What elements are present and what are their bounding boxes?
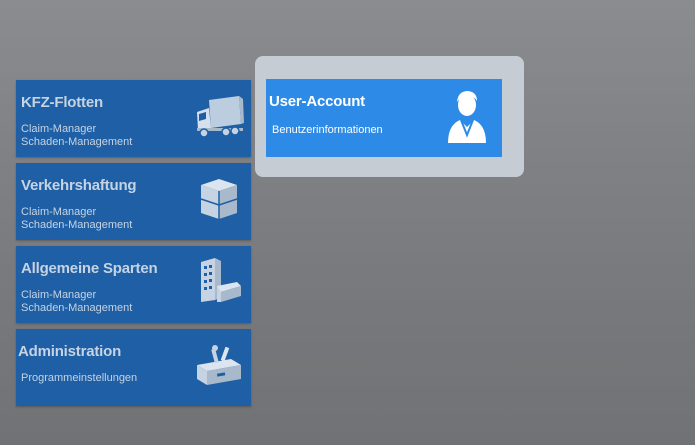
tile-description: Claim-Manager Schaden-Management bbox=[21, 289, 132, 315]
tile-description-line: Schaden-Management bbox=[21, 136, 133, 148]
tile-title: Verkehrshaftung bbox=[21, 177, 137, 194]
user-icon bbox=[448, 91, 486, 143]
tile-description: Benutzerinformationen bbox=[272, 124, 383, 136]
tile-user-account[interactable]: User-Account Benutzerinformationen bbox=[266, 79, 502, 157]
tile-description: Claim-Manager Schaden-Management bbox=[21, 123, 132, 149]
tile-description: Claim-Manager Schaden-Management bbox=[21, 206, 132, 232]
tile-title: User-Account bbox=[269, 93, 365, 110]
tile-kfz-flotten[interactable]: KFZ-Flotten Claim-Manager Schaden-Manage… bbox=[16, 80, 251, 157]
tile-description-line: Schaden-Management bbox=[21, 219, 133, 231]
tile-description: Programmeinstellungen bbox=[21, 372, 137, 385]
buildings-icon bbox=[201, 258, 241, 302]
tile-title: KFZ-Flotten bbox=[21, 94, 103, 111]
tile-description-line: Claim-Manager bbox=[21, 123, 97, 135]
truck-icon bbox=[197, 96, 244, 138]
tile-title: Allgemeine Sparten bbox=[21, 260, 158, 277]
box-icon bbox=[200, 179, 238, 219]
tile-title: Administration bbox=[18, 343, 122, 360]
tile-description-line: Schaden-Management bbox=[21, 302, 133, 314]
toolbox-icon bbox=[197, 345, 241, 385]
tile-verkehrshaftung[interactable]: Verkehrshaftung Claim-Manager Schaden-Ma… bbox=[16, 163, 251, 240]
tile-description-line: Claim-Manager bbox=[21, 289, 97, 301]
tile-description-line: Programmeinstellungen bbox=[21, 372, 138, 384]
tile-administration[interactable]: Administration Programmeinstellungen bbox=[16, 329, 251, 406]
tile-allgemeine-sparten[interactable]: Allgemeine Sparten Claim-Manager Schaden… bbox=[16, 246, 251, 323]
tile-description-line: Claim-Manager bbox=[21, 206, 97, 218]
